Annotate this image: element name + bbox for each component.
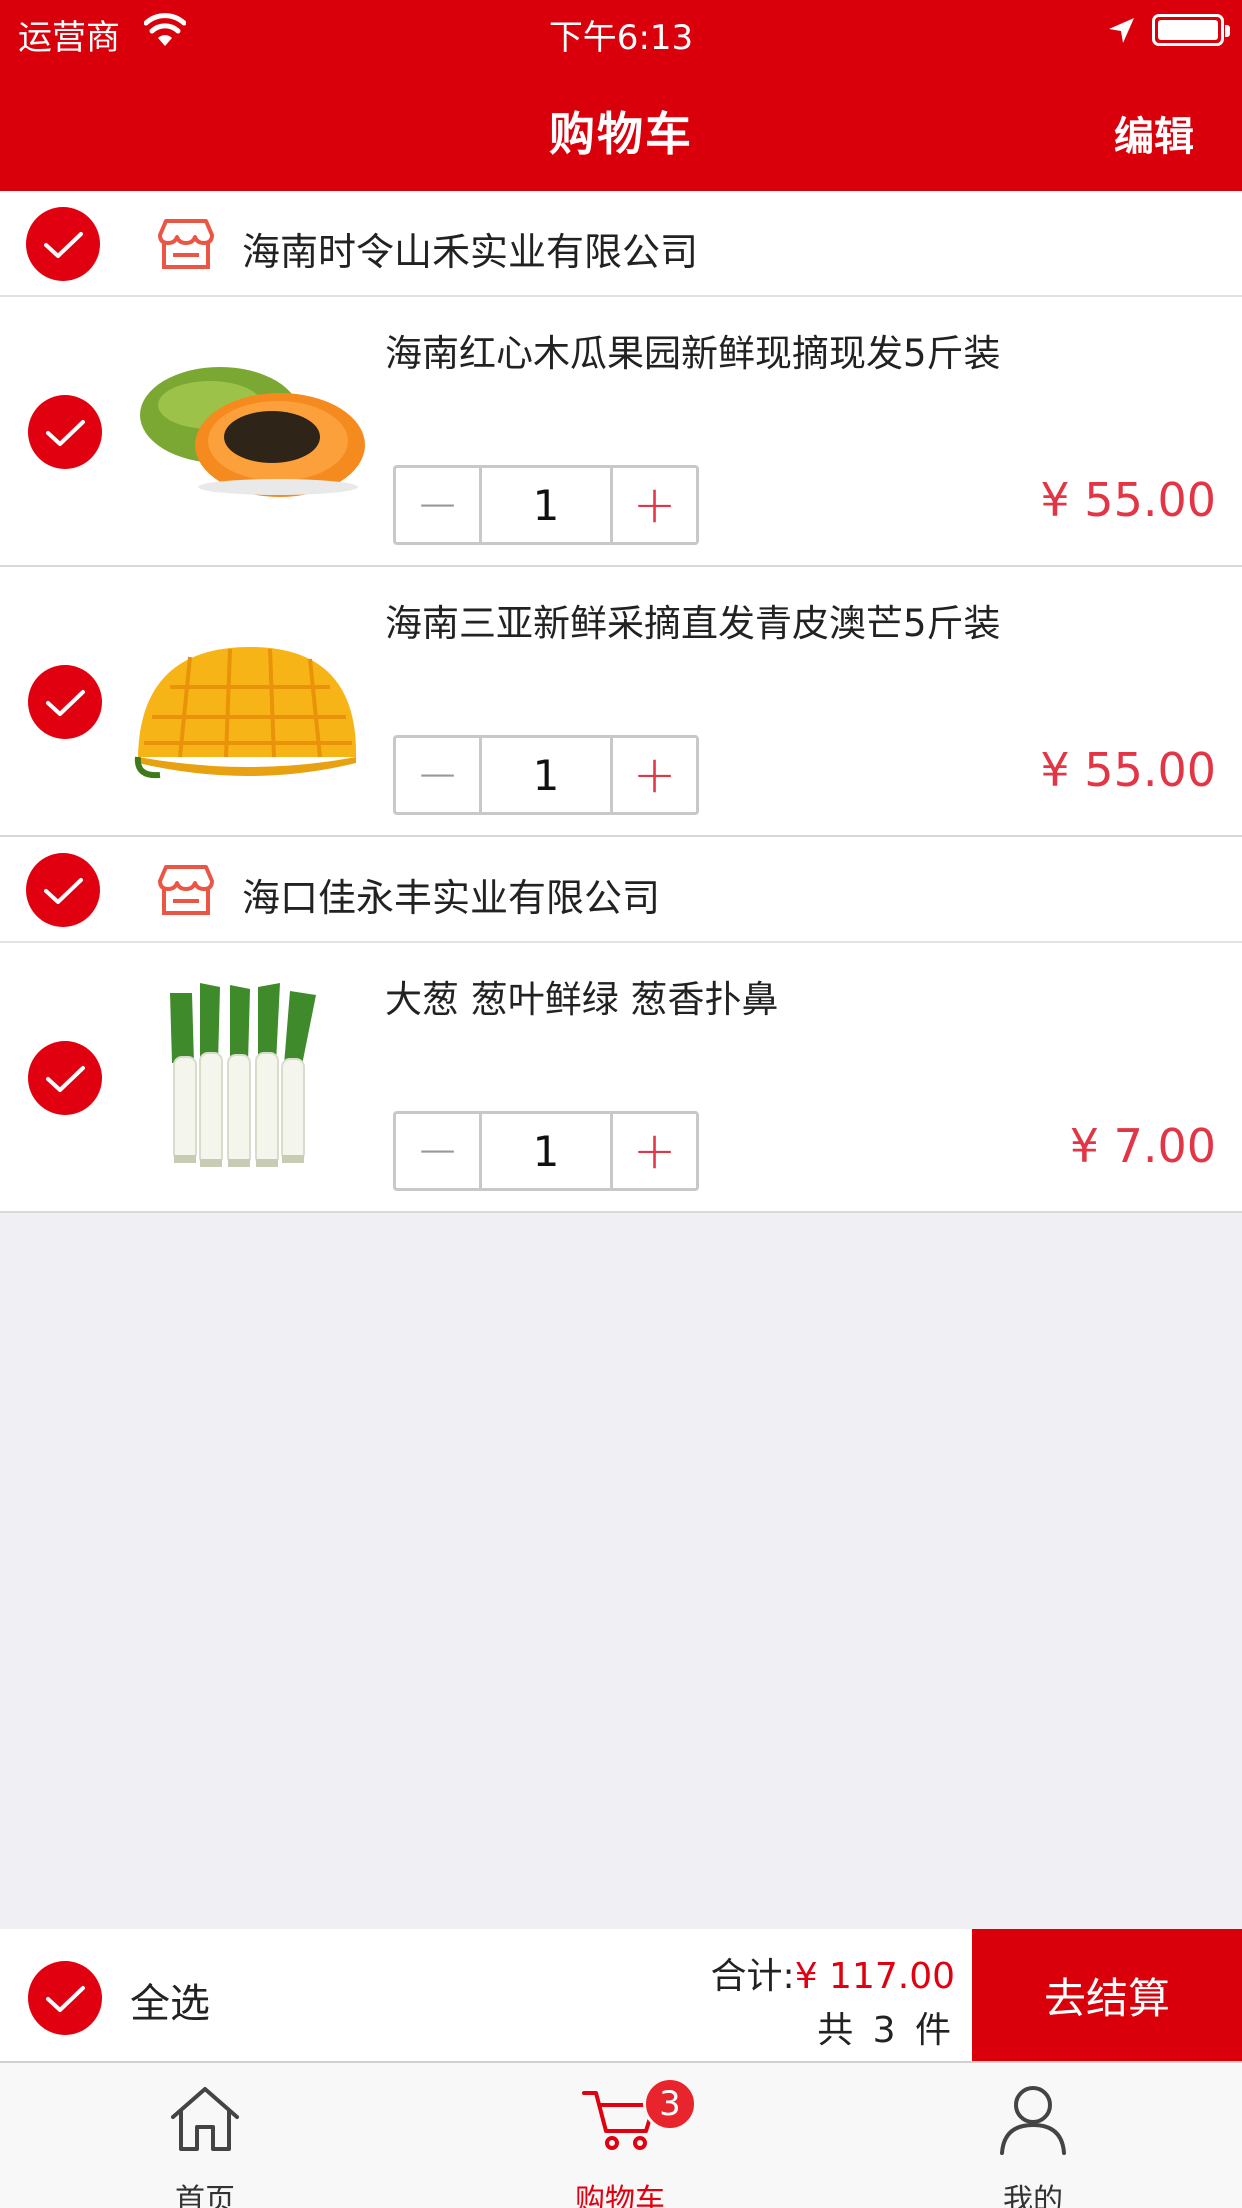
status-bar: 运营商 下午6:13 [0,0,1242,62]
tab-home-label: 首页 [175,2183,235,2208]
shop-name[interactable]: 海口佳永丰实业有限公司 [242,867,660,922]
page-title: 购物车 [549,107,693,161]
item-check-icon[interactable] [28,1041,102,1115]
tab-home[interactable]: 首页 [105,2063,305,2208]
status-time: 下午6:13 [548,18,694,58]
store-icon [158,219,214,269]
total-line: 合计:¥ 117.00 [711,1947,955,1999]
quantity-value[interactable]: 1 [482,468,610,542]
total-amount: ¥ 117.00 [794,1956,955,1997]
papaya-image[interactable] [130,337,368,527]
user-icon [1000,2086,1066,2155]
home-icon [171,2087,239,2151]
cart-item: 大葱 葱叶鲜绿 葱香扑鼻 − 1 + ¥ 7.00 [0,943,1242,1213]
total-label: 合计: [710,1956,795,1997]
battery-icon [1152,14,1230,46]
top-bar: 运营商 下午6:13 购物车 编辑 [0,0,1242,191]
decrease-button[interactable]: − [396,1114,482,1188]
quantity-stepper: − 1 + [393,465,699,545]
tab-cart-label: 购物车 [575,2183,665,2208]
shop-check-icon[interactable] [26,853,100,927]
item-price: ¥ 55.00 [1040,743,1216,797]
shop-name[interactable]: 海南时令山禾实业有限公司 [242,221,698,276]
shop-header: 海口佳永丰实业有限公司 [0,837,1242,943]
mango-image[interactable] [130,607,368,797]
tab-mine-label: 我的 [1003,2183,1063,2208]
store-icon [158,865,214,915]
increase-button[interactable]: + [610,738,696,812]
checkout-button[interactable]: 去结算 [972,1929,1242,2061]
item-price: ¥ 55.00 [1040,473,1216,527]
item-check-icon[interactable] [28,665,102,739]
select-all-label[interactable]: 全选 [130,1971,210,2029]
quantity-stepper: − 1 + [393,735,699,815]
tab-mine[interactable]: 我的 [933,2063,1133,2208]
decrease-button[interactable]: − [396,738,482,812]
item-name[interactable]: 海南三亚新鲜采摘直发青皮澳芒5斤装 [385,593,1001,647]
cart-item: 海南三亚新鲜采摘直发青皮澳芒5斤装 − 1 + ¥ 55.00 [0,567,1242,837]
select-all-check-icon[interactable] [28,1961,102,2035]
item-check-icon[interactable] [28,395,102,469]
cart-list: 海南时令山禾实业有限公司 海南红心木瓜果园新鲜现摘现发5斤装 − 1 + ¥ 5… [0,191,1242,1213]
quantity-value[interactable]: 1 [482,738,610,812]
edit-button[interactable]: 编辑 [1114,104,1194,162]
item-price: ¥ 7.00 [1069,1119,1216,1173]
tab-bar: 首页 3 购物车 我的 [0,2061,1242,2208]
quantity-value[interactable]: 1 [482,1114,610,1188]
shop-header: 海南时令山禾实业有限公司 [0,191,1242,297]
quantity-stepper: − 1 + [393,1111,699,1191]
shop-check-icon[interactable] [26,207,100,281]
increase-button[interactable]: + [610,468,696,542]
item-name[interactable]: 大葱 葱叶鲜绿 葱香扑鼻 [385,969,779,1023]
location-arrow-icon [1109,18,1134,43]
decrease-button[interactable]: − [396,468,482,542]
checkout-bar: 全选 合计:¥ 117.00 共 3 件 去结算 [0,1929,1242,2061]
tab-cart[interactable]: 3 购物车 [520,2063,720,2208]
increase-button[interactable]: + [610,1114,696,1188]
item-name[interactable]: 海南红心木瓜果园新鲜现摘现发5斤装 [385,323,1001,377]
item-count: 共 3 件 [817,2010,955,2051]
cart-item: 海南红心木瓜果园新鲜现摘现发5斤装 − 1 + ¥ 55.00 [0,297,1242,567]
scallion-image[interactable] [130,983,368,1173]
cart-badge: 3 [643,2077,697,2131]
